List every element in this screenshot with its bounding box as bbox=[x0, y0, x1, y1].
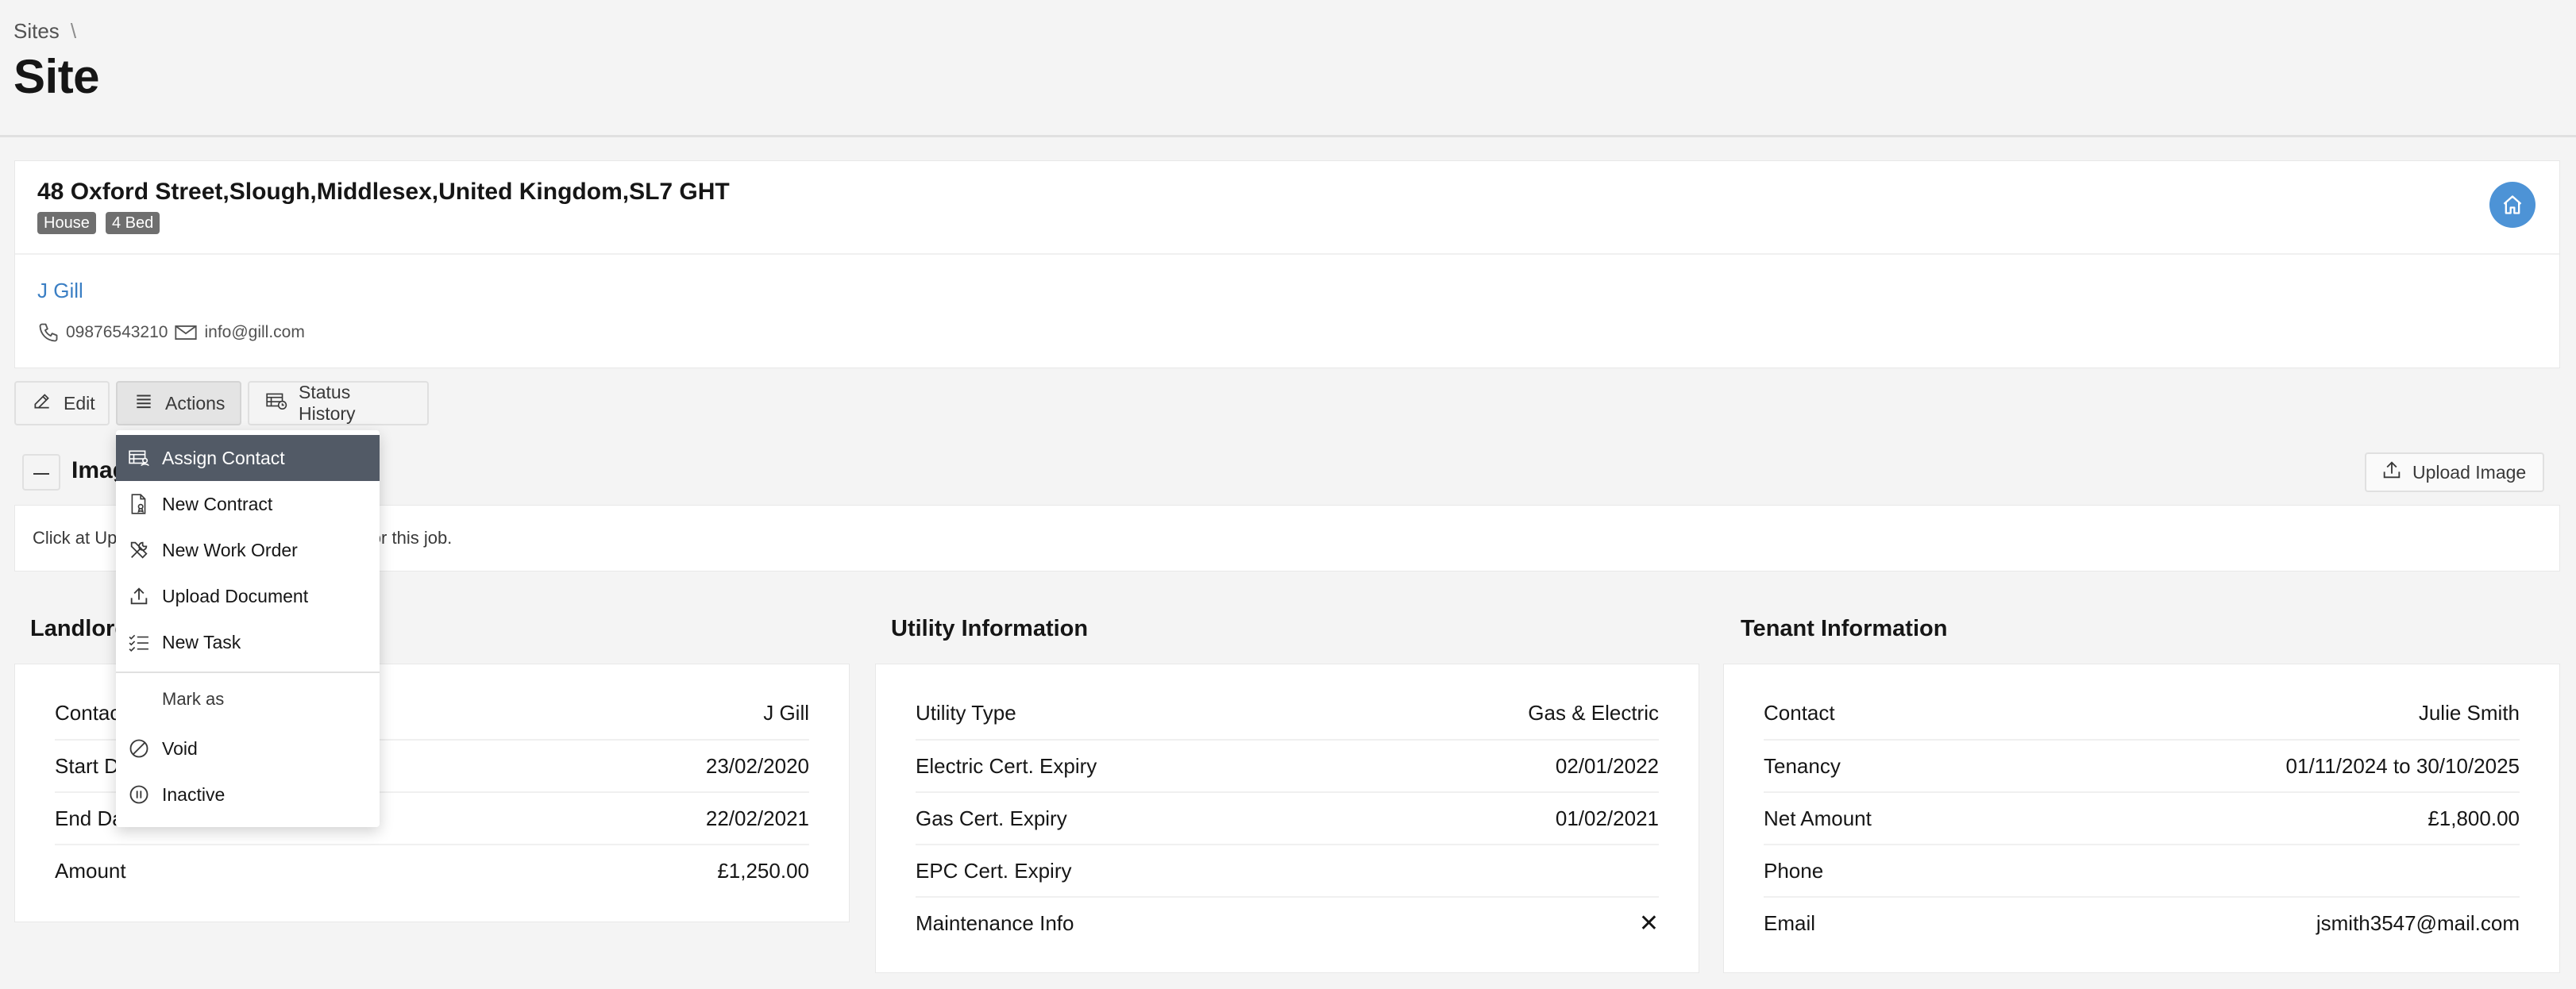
row-value: £1,250.00 bbox=[717, 858, 809, 883]
contract-icon bbox=[116, 493, 162, 515]
tenant-row: Email jsmith3547@mail.com bbox=[1764, 896, 2520, 949]
row-value: 01/11/2024 to 30/10/2025 bbox=[2285, 753, 2520, 778]
utility-row: Electric Cert. Expiry 02/01/2022 bbox=[916, 739, 1659, 791]
utility-row: Utility Type Gas & Electric bbox=[916, 687, 1659, 739]
landlord-row: Amount £1,250.00 bbox=[55, 844, 809, 896]
phone-icon bbox=[37, 321, 60, 344]
header-divider bbox=[0, 135, 2576, 137]
row-value: 23/02/2020 bbox=[705, 753, 809, 778]
menu-item-new-task[interactable]: New Task bbox=[116, 619, 380, 665]
menu-item-label: Upload Document bbox=[162, 585, 309, 606]
upload-icon bbox=[2381, 459, 2403, 486]
row-value: Julie Smith bbox=[2418, 700, 2520, 725]
utility-title: Utility Information bbox=[891, 616, 1089, 641]
breadcrumb-separator: \ bbox=[70, 19, 77, 43]
menu-item-label: New Work Order bbox=[162, 539, 298, 560]
row-label: Electric Cert. Expiry bbox=[916, 753, 1097, 778]
contact-name-link[interactable]: J Gill bbox=[37, 279, 83, 303]
close-icon: ✕ bbox=[1638, 910, 1659, 937]
upload-icon bbox=[116, 585, 162, 607]
site-address: 48 Oxford Street,Slough,Middlesex,United… bbox=[37, 179, 730, 205]
actions-label: Actions bbox=[165, 392, 226, 414]
void-icon bbox=[116, 737, 162, 760]
utility-row: Maintenance Info ✕ bbox=[916, 896, 1659, 949]
row-label: Contact bbox=[1764, 700, 1835, 725]
hamburger-icon bbox=[133, 391, 154, 416]
task-list-icon bbox=[116, 632, 162, 652]
menu-item-upload-document[interactable]: Upload Document bbox=[116, 573, 380, 619]
menu-item-label: Inactive bbox=[162, 783, 226, 805]
status-history-label: Status History bbox=[299, 382, 356, 424]
collapse-images-button[interactable] bbox=[22, 454, 60, 491]
status-history-icon bbox=[265, 391, 287, 416]
breadcrumb: Sites \ bbox=[13, 19, 76, 44]
tenant-row: Contact Julie Smith bbox=[1764, 687, 2520, 739]
email-address[interactable]: info@gill.com bbox=[204, 323, 304, 342]
tenant-row: Phone bbox=[1764, 844, 2520, 896]
breadcrumb-sites-link[interactable]: Sites bbox=[13, 19, 60, 44]
row-label: Email bbox=[1764, 910, 1816, 935]
tag-house: House bbox=[37, 212, 96, 234]
row-value: 01/02/2021 bbox=[1555, 806, 1659, 830]
row-label: Utility Type bbox=[916, 700, 1016, 725]
email-icon bbox=[174, 321, 198, 344]
menu-item-label: New Task bbox=[162, 631, 241, 652]
menu-item-new-work-order[interactable]: New Work Order bbox=[116, 527, 380, 573]
utility-row: Gas Cert. Expiry 01/02/2021 bbox=[916, 791, 1659, 844]
edit-label: Edit bbox=[64, 392, 95, 414]
actions-dropdown-menu: Assign Contact New Contract New Work Ord… bbox=[116, 430, 380, 827]
menu-item-assign-contact[interactable]: Assign Contact bbox=[116, 435, 380, 481]
row-value[interactable]: jsmith3547@mail.com bbox=[2316, 911, 2520, 936]
assign-contact-icon bbox=[116, 448, 162, 468]
row-label: EPC Cert. Expiry bbox=[916, 858, 1072, 883]
tenant-row: Tenancy 01/11/2024 to 30/10/2025 bbox=[1764, 739, 2520, 791]
tools-icon bbox=[116, 539, 162, 561]
row-label: Phone bbox=[1764, 858, 1824, 883]
mark-as-heading: Mark as bbox=[162, 689, 225, 709]
contact-details: 09876543210 info@gill.com bbox=[37, 321, 305, 344]
page-title: Site bbox=[13, 50, 100, 103]
row-value: J Gill bbox=[763, 700, 809, 725]
menu-item-inactive[interactable]: Inactive bbox=[116, 772, 380, 818]
row-label: Tenancy bbox=[1764, 753, 1841, 778]
row-label: Gas Cert. Expiry bbox=[916, 806, 1067, 830]
row-label: Maintenance Info bbox=[916, 910, 1074, 935]
card-divider bbox=[15, 253, 2559, 255]
menu-item-new-contract[interactable]: New Contract bbox=[116, 481, 380, 527]
menu-item-label: New Contract bbox=[162, 493, 273, 514]
pause-icon bbox=[116, 783, 162, 806]
edit-icon bbox=[32, 391, 52, 416]
row-label: Net Amount bbox=[1764, 806, 1872, 830]
row-value: 02/01/2022 bbox=[1555, 753, 1659, 778]
actions-button[interactable]: Actions bbox=[116, 381, 241, 425]
utility-row: EPC Cert. Expiry bbox=[916, 844, 1659, 896]
menu-divider bbox=[116, 672, 380, 673]
home-icon[interactable] bbox=[2489, 182, 2536, 228]
tenant-row: Net Amount £1,800.00 bbox=[1764, 791, 2520, 844]
edit-button[interactable]: Edit bbox=[14, 381, 110, 425]
tenant-panel: Contact Julie Smith Tenancy 01/11/2024 t… bbox=[1723, 664, 2560, 973]
phone-number: 09876543210 bbox=[66, 323, 168, 341]
upload-image-label: Upload Image bbox=[2412, 461, 2527, 483]
row-label: Amount bbox=[55, 858, 126, 883]
tag-bedrooms: 4 Bed bbox=[106, 212, 160, 234]
menu-item-label: Assign Contact bbox=[162, 447, 285, 468]
row-value: Gas & Electric bbox=[1528, 700, 1659, 725]
row-value: £1,800.00 bbox=[2428, 806, 2520, 830]
site-card: 48 Oxford Street,Slough,Middlesex,United… bbox=[14, 160, 2560, 368]
upload-image-button[interactable]: Upload Image bbox=[2365, 452, 2544, 492]
row-value: 22/02/2021 bbox=[705, 806, 809, 830]
status-history-button[interactable]: Status History bbox=[248, 381, 429, 425]
menu-item-label: Void bbox=[162, 737, 198, 759]
minus-icon bbox=[33, 465, 49, 479]
images-container: Click at Upload Image to upload the imag… bbox=[14, 505, 2560, 571]
menu-item-void[interactable]: Void bbox=[116, 725, 380, 772]
tenant-title: Tenant Information bbox=[1741, 616, 1948, 641]
utility-panel: Utility Type Gas & Electric Electric Cer… bbox=[875, 664, 1699, 973]
